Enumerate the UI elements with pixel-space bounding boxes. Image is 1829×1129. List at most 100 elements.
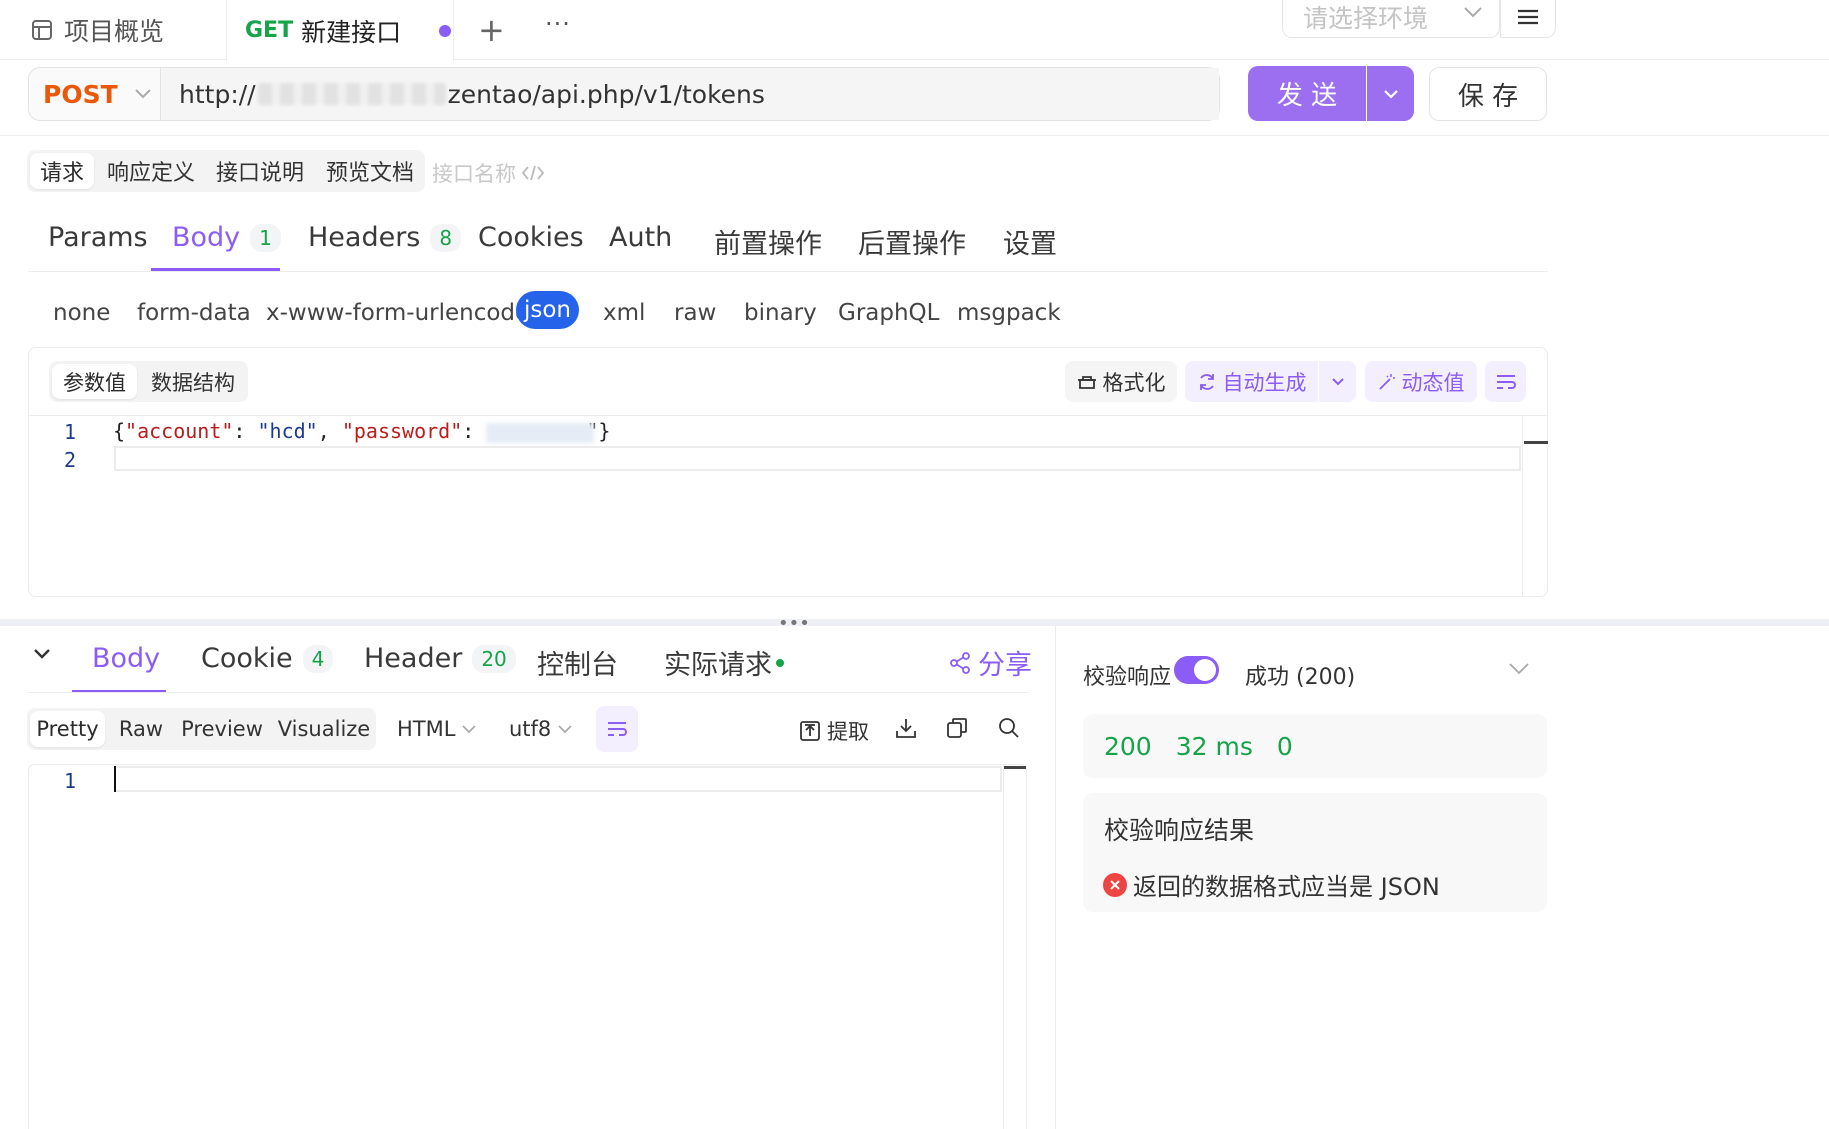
body-type-graphql[interactable]: GraphQL: [838, 300, 939, 326]
add-tab-button[interactable]: +: [478, 0, 505, 60]
validation-expand-button[interactable]: [1508, 660, 1530, 680]
tab-pre-operations[interactable]: 前置操作: [714, 222, 822, 261]
method-tag: GET: [245, 18, 294, 43]
auto-generate-options[interactable]: [1319, 361, 1356, 402]
body-type-raw[interactable]: raw: [674, 300, 716, 326]
resp-tab-console[interactable]: 控制台: [537, 643, 618, 682]
response-scrollbar-track[interactable]: [1003, 765, 1004, 1129]
validation-result-title: 校验响应结果: [1104, 816, 1255, 845]
tab-new-api[interactable]: GET 新建接口: [226, 0, 454, 61]
body-type-xml[interactable]: xml: [603, 300, 645, 326]
extract-button[interactable]: 提取: [799, 716, 869, 746]
tab-label: Header: [364, 643, 463, 674]
error-icon: [1103, 872, 1127, 897]
body-type-none[interactable]: none: [53, 300, 110, 326]
response-scrollbar-thumb[interactable]: [1004, 766, 1026, 769]
url-path: zentao/api.php/v1/tokens: [447, 79, 765, 109]
more-tabs-button[interactable]: ···: [545, 0, 571, 54]
search-icon: [998, 717, 1020, 739]
chevron-down-icon: [557, 723, 573, 735]
auto-generate-button[interactable]: 自动生成: [1185, 361, 1318, 402]
body-type-binary[interactable]: binary: [744, 300, 817, 326]
resize-handle-icon[interactable]: •••: [778, 613, 810, 634]
method-select[interactable]: POST: [29, 68, 161, 120]
editor-scrollbar-thumb[interactable]: [1524, 441, 1548, 444]
doc-tab-preview-docs[interactable]: 预览文档: [322, 153, 418, 189]
url-input[interactable]: http:// zentao/api.php/v1/tokens: [161, 68, 1219, 120]
doc-tab-request[interactable]: 请求: [30, 153, 94, 189]
pane-resizer[interactable]: [0, 619, 1829, 626]
search-button[interactable]: [998, 717, 1020, 743]
body-type-form-data[interactable]: form-data: [137, 300, 251, 326]
download-button[interactable]: [895, 717, 917, 743]
doc-tab-response-definition[interactable]: 响应定义: [104, 153, 198, 189]
tab-settings[interactable]: 设置: [1003, 222, 1057, 261]
vertical-divider: [1055, 626, 1056, 1129]
active-line-highlight: [114, 446, 1521, 471]
tab-post-operations[interactable]: 后置操作: [858, 222, 966, 261]
wrap-lines-button[interactable]: [1485, 361, 1526, 402]
resp-tab-body[interactable]: Body: [92, 643, 160, 674]
save-button[interactable]: 保 存: [1429, 67, 1547, 121]
environment-select[interactable]: 请选择环境: [1282, 0, 1500, 38]
response-body-editor[interactable]: [28, 764, 1027, 1129]
toggle-data-structure[interactable]: 数据结构: [144, 364, 242, 399]
menu-button[interactable]: [1500, 0, 1556, 38]
code-token: {: [113, 419, 126, 443]
divider: [28, 692, 1028, 693]
encoding-select[interactable]: utf8: [509, 717, 573, 741]
send-button[interactable]: 发 送: [1248, 66, 1366, 121]
active-line-highlight: [116, 766, 1002, 792]
validate-toggle[interactable]: [1174, 656, 1219, 684]
format-button[interactable]: 格式化: [1065, 361, 1177, 402]
toggle-param-values[interactable]: 参数值: [52, 364, 137, 399]
tab-params[interactable]: Params: [48, 222, 148, 253]
view-visualize[interactable]: Visualize: [276, 711, 372, 747]
send-options-button[interactable]: [1367, 66, 1414, 121]
doc-tab-api-description[interactable]: 接口说明: [212, 153, 308, 189]
tab-label: Cookie: [201, 643, 293, 674]
tab-body[interactable]: Body 1: [172, 222, 281, 253]
divider: [29, 415, 1547, 416]
tab-label: Body: [92, 643, 161, 674]
response-size: 0: [1276, 731, 1293, 761]
resp-tab-cookie[interactable]: Cookie 4: [201, 643, 334, 674]
error-message: 返回的数据格式应当是 JSON: [1133, 873, 1440, 901]
status-code: 200: [1104, 731, 1152, 761]
count-badge: 20: [472, 644, 516, 673]
tab-label: Cookies: [478, 222, 584, 253]
body-type-urlencoded[interactable]: x-www-form-urlencoded: [266, 300, 544, 326]
chevron-down-icon: [1463, 4, 1483, 20]
tab-cookies[interactable]: Cookies: [478, 222, 584, 253]
resp-tab-actual-request[interactable]: 实际请求: [664, 643, 784, 682]
tab-auth[interactable]: Auth: [609, 222, 672, 253]
json-code-line[interactable]: {"account": "hcd", "password": "}: [113, 419, 610, 443]
url-prefix: http://: [179, 79, 256, 109]
editor-scrollbar-track[interactable]: [1522, 416, 1523, 596]
validation-status-select[interactable]: 成功 (200): [1245, 659, 1355, 691]
chevron-down-icon: [134, 87, 152, 101]
line-number: 1: [64, 420, 77, 444]
response-metrics: 200 32 ms 0: [1083, 714, 1547, 778]
wrap-icon: [606, 720, 628, 738]
resp-tab-header[interactable]: Header 20: [364, 643, 516, 674]
collapse-response-button[interactable]: [32, 646, 52, 666]
response-format-select[interactable]: HTML: [397, 717, 477, 741]
body-type-json[interactable]: json: [516, 291, 579, 329]
body-type-msgpack[interactable]: msgpack: [957, 300, 1061, 326]
share-button[interactable]: 分享: [948, 643, 1032, 682]
tab-label: 设置: [1003, 229, 1057, 260]
download-icon: [895, 717, 917, 739]
view-preview[interactable]: Preview: [180, 711, 264, 747]
response-wrap-button[interactable]: [596, 706, 638, 752]
view-pretty[interactable]: Pretty: [30, 711, 105, 747]
tab-headers[interactable]: Headers 8: [308, 222, 462, 253]
share-icon: [948, 651, 972, 675]
tab-project-overview[interactable]: 项目概览: [30, 0, 226, 60]
code-icon: [522, 164, 544, 182]
api-name-input[interactable]: 接口名称: [432, 158, 544, 188]
copy-button[interactable]: [946, 717, 968, 743]
validate-response-label: 校验响应: [1083, 665, 1172, 690]
dynamic-value-button[interactable]: 动态值: [1365, 361, 1477, 402]
view-raw[interactable]: Raw: [113, 711, 169, 747]
